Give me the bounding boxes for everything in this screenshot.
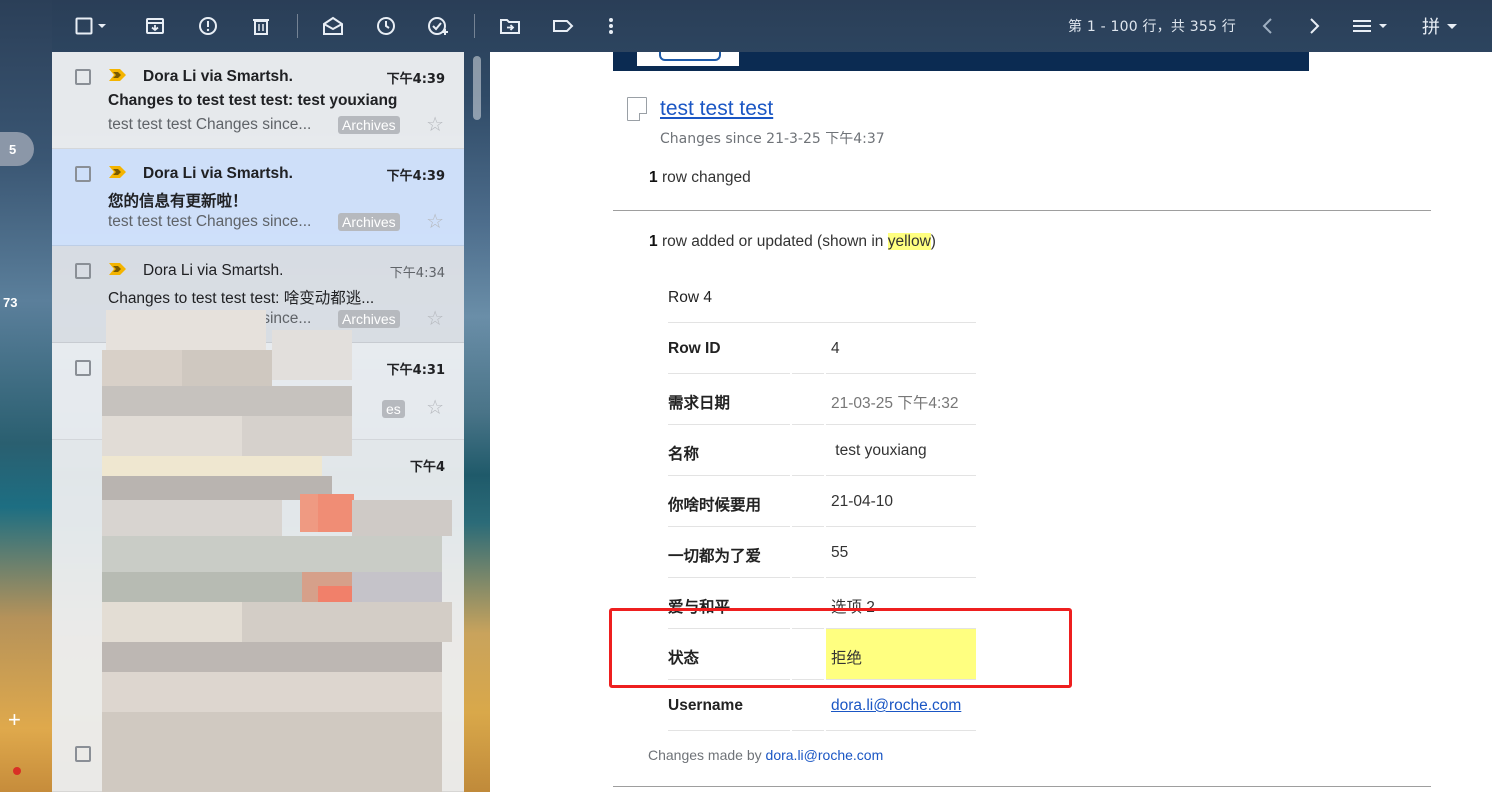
email-snippet: test test test Changes since... bbox=[108, 213, 312, 230]
label-icon[interactable] bbox=[547, 10, 579, 42]
newer-page-chevron-left-icon[interactable] bbox=[1251, 10, 1283, 42]
field-row: 名称 test youxiang bbox=[668, 425, 976, 476]
toolbar-divider bbox=[474, 14, 475, 38]
archive-icon[interactable] bbox=[139, 10, 171, 42]
field-value: test youxiang bbox=[826, 425, 976, 476]
rows-changed-summary: 1 row changed bbox=[649, 169, 751, 187]
rows-changed-text: row changed bbox=[661, 169, 751, 186]
important-marker-icon[interactable] bbox=[109, 263, 127, 275]
username-email-link[interactable]: dora.li@roche.com bbox=[831, 697, 961, 714]
row-checkbox[interactable] bbox=[75, 69, 91, 85]
important-marker-icon[interactable] bbox=[109, 69, 127, 81]
select-dropdown-icon[interactable] bbox=[92, 10, 112, 42]
older-page-chevron-right-icon[interactable] bbox=[1299, 10, 1331, 42]
field-gap bbox=[792, 425, 824, 476]
report-spam-icon[interactable] bbox=[192, 10, 224, 42]
field-value: 4 bbox=[826, 323, 976, 374]
mail-toolbar: 第 1 - 100 行，共 355 行 拼 bbox=[0, 0, 1492, 52]
toolbar-divider bbox=[297, 14, 298, 38]
add-icon[interactable]: + bbox=[8, 707, 21, 733]
annotation-highlight-box bbox=[609, 608, 1072, 688]
field-value: 21-03-25 下午4:32 bbox=[826, 374, 976, 425]
move-to-icon[interactable] bbox=[494, 10, 526, 42]
row-checkbox[interactable] bbox=[75, 263, 91, 279]
email-reading-pane: test test test Changes since 21-3-25 下午4… bbox=[490, 52, 1492, 792]
rows-added-text: row added or updated (shown in bbox=[661, 233, 884, 250]
made-by-prefix: Changes made by bbox=[648, 747, 766, 763]
yellow-highlight-word: yellow bbox=[887, 233, 931, 250]
email-time: 下午4:39 bbox=[386, 72, 445, 87]
email-subject: 您的信息有更新啦！ bbox=[108, 193, 248, 210]
field-gap bbox=[792, 323, 824, 374]
changes-made-by: Changes made by dora.li@roche.com bbox=[648, 747, 883, 763]
more-options-icon[interactable] bbox=[595, 10, 627, 42]
divider bbox=[613, 210, 1431, 211]
rows-added-summary: 1 row added or updated (shown in yellow) bbox=[649, 233, 936, 251]
email-label-chip[interactable]: Archives bbox=[338, 213, 400, 231]
field-row: 需求日期 21-03-25 下午4:32 bbox=[668, 374, 976, 425]
side-count: 73 bbox=[3, 295, 18, 310]
row-heading-label: Row 4 bbox=[668, 272, 976, 323]
row-checkbox[interactable] bbox=[75, 166, 91, 182]
field-key: 一切都为了爱 bbox=[668, 527, 790, 578]
field-key: 你啥时候要用 bbox=[668, 476, 790, 527]
made-by-email-link[interactable]: dora.li@roche.com bbox=[766, 747, 884, 763]
sheet-title-link[interactable]: test test test bbox=[660, 97, 773, 121]
add-to-tasks-icon[interactable] bbox=[422, 10, 454, 42]
field-key: Row ID bbox=[668, 323, 790, 374]
field-value: 55 bbox=[826, 527, 976, 578]
email-sender: Dora Li via Smartsh. bbox=[143, 262, 284, 279]
scrollbar-thumb[interactable] bbox=[473, 56, 481, 120]
star-icon[interactable]: ☆ bbox=[426, 209, 444, 234]
changes-since-text: Changes since 21-3-25 下午4:37 bbox=[660, 131, 885, 147]
rows-added-close: ) bbox=[930, 233, 936, 250]
field-gap bbox=[792, 374, 824, 425]
field-row: 你啥时候要用 21-04-10 bbox=[668, 476, 976, 527]
star-icon[interactable]: ☆ bbox=[426, 112, 444, 137]
field-gap bbox=[792, 527, 824, 578]
row-heading: Row 4 bbox=[668, 272, 976, 323]
email-row[interactable]: Dora Li via Smartsh. 下午4:39 您的信息有更新啦！ te… bbox=[52, 149, 464, 246]
field-row: Row ID 4 bbox=[668, 323, 976, 374]
split-pane-toggle-icon[interactable] bbox=[1349, 10, 1391, 42]
rows-added-count: 1 bbox=[649, 233, 658, 250]
redacted-mosaic bbox=[52, 310, 464, 792]
email-row[interactable]: Dora Li via Smartsh. 下午4:39 Changes to t… bbox=[52, 52, 464, 149]
delete-icon[interactable] bbox=[245, 10, 277, 42]
list-scrollbar[interactable] bbox=[466, 52, 488, 792]
email-time: 下午4:39 bbox=[386, 169, 445, 184]
input-method-selector[interactable]: 拼 bbox=[1416, 10, 1464, 42]
email-sender: Dora Li via Smartsh. bbox=[143, 165, 293, 182]
field-key: 名称 bbox=[668, 425, 790, 476]
field-key: 需求日期 bbox=[668, 374, 790, 425]
snooze-icon[interactable] bbox=[370, 10, 402, 42]
pagination-text: 第 1 - 100 行，共 355 行 bbox=[1068, 19, 1236, 35]
field-gap bbox=[792, 476, 824, 527]
rows-changed-count: 1 bbox=[649, 169, 658, 186]
input-method-label: 拼 bbox=[1422, 17, 1440, 38]
mark-as-read-icon[interactable] bbox=[317, 10, 349, 42]
sheet-document-icon bbox=[627, 97, 647, 121]
notification-dot bbox=[13, 767, 21, 775]
email-banner bbox=[613, 52, 1309, 71]
background-left-strip bbox=[0, 0, 52, 792]
email-subject: Changes to test test test: test youxiang bbox=[108, 92, 398, 109]
unread-count-badge[interactable]: 5 bbox=[0, 132, 34, 166]
email-list: Dora Li via Smartsh. 下午4:39 Changes to t… bbox=[52, 52, 464, 792]
checkbox-icon bbox=[75, 17, 93, 35]
field-row: 一切都为了爱 55 bbox=[668, 527, 976, 578]
brand-logo bbox=[637, 52, 739, 66]
email-subject: Changes to test test test: 啥变动都逃... bbox=[108, 290, 375, 307]
email-sender: Dora Li via Smartsh. bbox=[143, 68, 293, 85]
field-value: 21-04-10 bbox=[826, 476, 976, 527]
important-marker-icon[interactable] bbox=[109, 166, 127, 178]
email-time: 下午4:34 bbox=[389, 266, 445, 281]
divider bbox=[613, 786, 1431, 787]
email-label-chip[interactable]: Archives bbox=[338, 116, 400, 134]
email-snippet: test test test Changes since... bbox=[108, 116, 312, 133]
